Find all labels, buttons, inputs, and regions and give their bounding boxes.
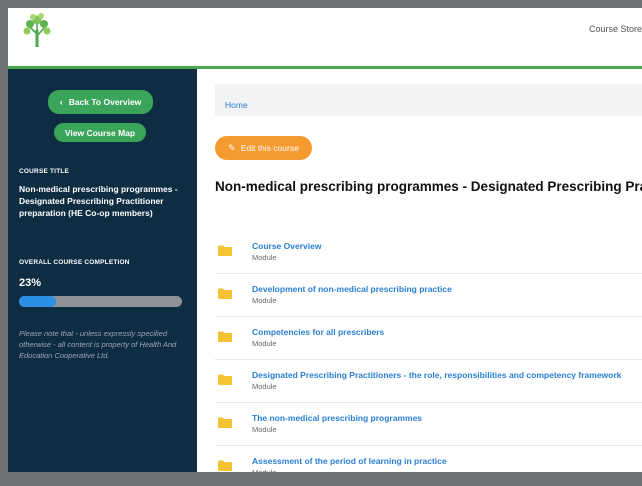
folder-icon xyxy=(218,245,232,256)
edit-course-label: Edit this course xyxy=(240,143,299,153)
module-type-label: Module xyxy=(252,253,277,262)
module-row[interactable]: Assessment of the period of learning in … xyxy=(215,446,642,472)
module-type-label: Module xyxy=(252,339,277,348)
app-window: Course Store ‹ Back To Overview View Cou… xyxy=(8,8,642,472)
tree-logo-icon[interactable] xyxy=(22,12,52,48)
copyright-note: Please note that - unless expressly spec… xyxy=(19,329,177,360)
module-title-link[interactable]: Development of non-medical prescribing p… xyxy=(252,284,452,294)
chevron-left-icon: ‹ xyxy=(59,97,63,107)
course-store-link[interactable]: Course Store xyxy=(589,24,642,34)
folder-icon xyxy=(218,374,232,385)
course-sidebar: ‹ Back To Overview View Course Map COURS… xyxy=(8,69,197,472)
page-title: Non-medical prescribing programmes - Des… xyxy=(215,179,642,194)
pencil-icon: ✎ xyxy=(228,142,236,153)
breadcrumb: Home xyxy=(215,84,642,116)
main-content: Home ✎ Edit this course Non-medical pres… xyxy=(197,69,642,472)
back-to-overview-label: Back To Overview xyxy=(68,97,142,107)
course-title: Non-medical prescribing programmes - Des… xyxy=(19,184,178,218)
module-row[interactable]: Course Overview Module xyxy=(215,231,642,274)
module-row[interactable]: Designated Prescribing Practitioners - t… xyxy=(215,360,642,403)
completion-percent: 23% xyxy=(19,277,42,289)
folder-icon xyxy=(218,417,232,428)
module-type-label: Module xyxy=(252,425,277,434)
back-to-overview-button[interactable]: ‹ Back To Overview xyxy=(48,90,153,114)
folder-icon xyxy=(218,460,232,471)
course-title-label: COURSE TITLE xyxy=(19,168,70,175)
folder-icon xyxy=(218,331,232,342)
module-type-label: Module xyxy=(252,468,277,472)
module-row[interactable]: Development of non-medical prescribing p… xyxy=(215,274,642,317)
view-course-map-button[interactable]: View Course Map xyxy=(54,123,146,142)
breadcrumb-home-link[interactable]: Home xyxy=(225,100,248,110)
module-title-link[interactable]: Competencies for all prescribers xyxy=(252,327,384,337)
module-title-link[interactable]: Course Overview xyxy=(252,241,321,251)
site-header: Course Store xyxy=(8,8,642,66)
completion-label: OVERALL COURSE COMPLETION xyxy=(19,259,130,266)
module-type-label: Module xyxy=(252,296,277,305)
module-title-link[interactable]: The non-medical prescribing programmes xyxy=(252,413,422,423)
module-row[interactable]: Competencies for all prescribers Module xyxy=(215,317,642,360)
module-row[interactable]: The non-medical prescribing programmes Mo… xyxy=(215,403,642,446)
completion-progress-fill xyxy=(19,296,57,307)
edit-course-button[interactable]: ✎ Edit this course xyxy=(215,136,312,160)
module-type-label: Module xyxy=(252,382,277,391)
completion-progress-bar xyxy=(19,296,182,307)
module-title-link[interactable]: Assessment of the period of learning in … xyxy=(252,456,447,466)
folder-icon xyxy=(218,288,232,299)
module-list: Course Overview Module Development of non-… xyxy=(215,231,642,472)
page-title-text: Non-medical prescribing programmes - Des… xyxy=(215,179,642,194)
module-title-link[interactable]: Designated Prescribing Practitioners - t… xyxy=(252,370,621,380)
